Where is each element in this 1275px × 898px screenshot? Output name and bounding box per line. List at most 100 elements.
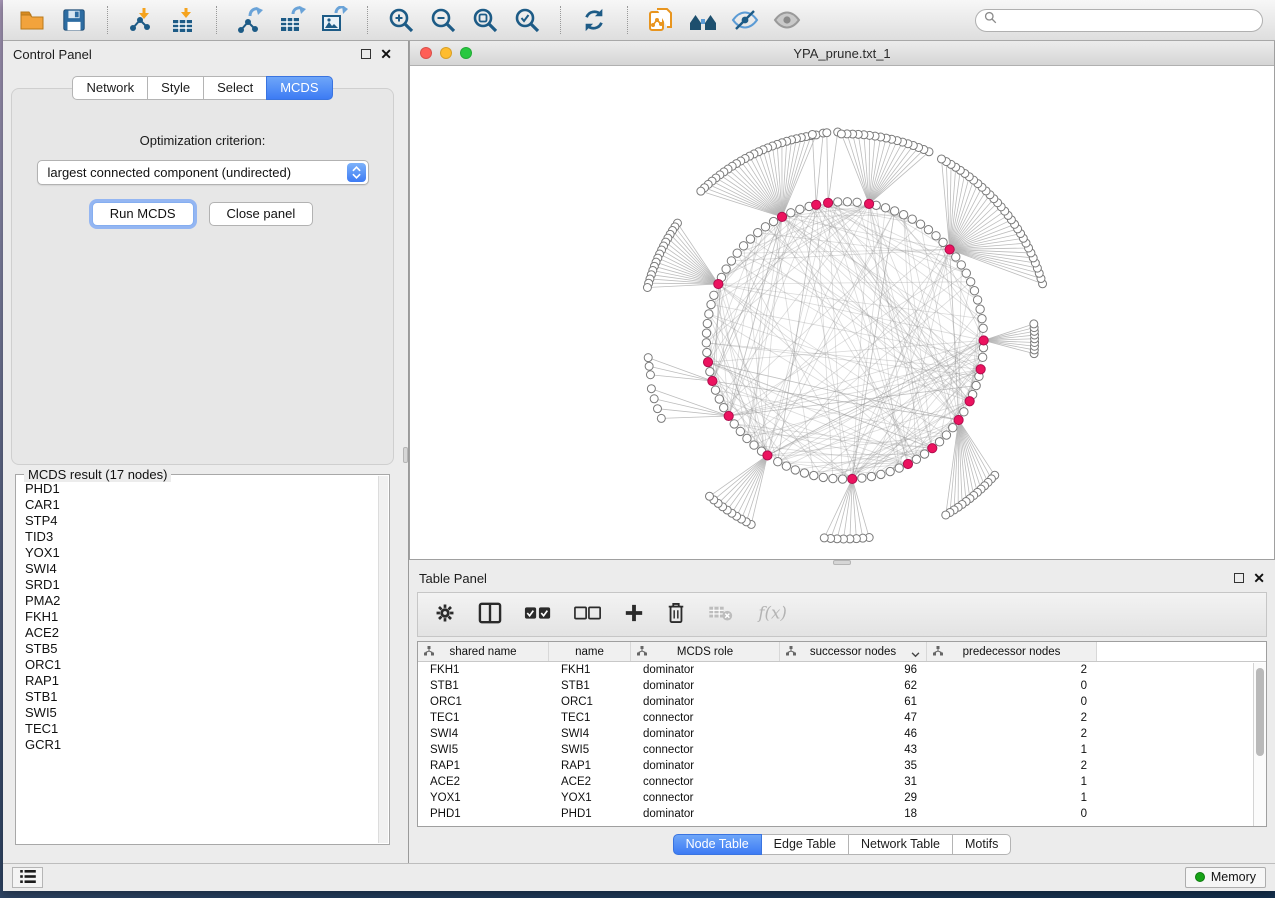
graph-node[interactable] <box>720 403 728 411</box>
graph-mcds-hub-node[interactable] <box>903 459 912 468</box>
graph-node[interactable] <box>858 474 866 482</box>
graph-node[interactable] <box>769 217 777 225</box>
mcds-result-node[interactable]: ORC1 <box>25 657 371 673</box>
column-header-predecessor-nodes[interactable]: predecessor nodes <box>927 642 1097 661</box>
network-canvas[interactable] <box>410 66 1274 559</box>
mcds-result-node[interactable]: PMA2 <box>25 593 371 609</box>
graph-node[interactable] <box>960 408 968 416</box>
mcds-result-node[interactable]: SWI4 <box>25 561 371 577</box>
mcds-result-node[interactable]: SWI5 <box>25 705 371 721</box>
graph-mcds-hub-node[interactable] <box>848 474 857 483</box>
graph-leaf-node[interactable] <box>942 511 950 519</box>
mcds-result-node[interactable]: STP4 <box>25 513 371 529</box>
graph-node[interactable] <box>733 249 741 257</box>
show-panel-list-button[interactable] <box>12 867 43 888</box>
mcds-result-node[interactable]: CAR1 <box>25 497 371 513</box>
graph-node[interactable] <box>978 315 986 323</box>
graph-node[interactable] <box>899 211 907 219</box>
graph-node[interactable] <box>710 291 718 299</box>
zoom-fit-button[interactable] <box>468 3 502 37</box>
graph-node[interactable] <box>774 458 782 466</box>
graph-node[interactable] <box>711 386 719 394</box>
tab-network[interactable]: Network <box>72 76 148 100</box>
graph-leaf-node[interactable] <box>657 414 665 422</box>
graph-node[interactable] <box>761 223 769 231</box>
binoculars-button[interactable] <box>686 3 720 37</box>
graph-node[interactable] <box>702 329 710 337</box>
network-graph[interactable] <box>410 66 1274 559</box>
graph-node[interactable] <box>962 269 970 277</box>
graph-mcds-hub-node[interactable] <box>812 200 821 209</box>
graph-leaf-node[interactable] <box>646 371 654 379</box>
graph-node[interactable] <box>949 424 957 432</box>
graph-mcds-hub-node[interactable] <box>954 415 963 424</box>
graph-node[interactable] <box>834 198 842 206</box>
refresh-network-button[interactable] <box>577 3 611 37</box>
table-row-RAP1[interactable]: RAP1RAP1dominator352 <box>418 758 1266 774</box>
memory-button[interactable]: Memory <box>1185 867 1266 888</box>
graph-node[interactable] <box>935 438 943 446</box>
graph-mcds-hub-node[interactable] <box>965 397 974 406</box>
column-header-successor-nodes[interactable]: successor nodes <box>780 642 927 661</box>
graph-node[interactable] <box>895 464 903 472</box>
graph-node[interactable] <box>715 395 723 403</box>
graph-leaf-node[interactable] <box>820 534 828 542</box>
graph-leaf-node[interactable] <box>837 130 845 138</box>
graph-node[interactable] <box>746 235 754 243</box>
graph-node[interactable] <box>791 466 799 474</box>
mcds-result-node[interactable]: PHD1 <box>25 481 371 497</box>
graph-node[interactable] <box>891 207 899 215</box>
zoom-in-button[interactable] <box>384 3 418 37</box>
graph-mcds-hub-node[interactable] <box>708 376 717 385</box>
close-mcds-panel-button[interactable]: Close panel <box>209 202 314 226</box>
select-all-rows-button[interactable] <box>524 605 552 624</box>
show-column-panel-button[interactable] <box>478 602 502 627</box>
splitter-handle[interactable] <box>403 447 408 463</box>
graph-node[interactable] <box>973 296 981 304</box>
graph-node[interactable] <box>705 310 713 318</box>
graph-mcds-hub-node[interactable] <box>824 198 833 207</box>
graph-node[interactable] <box>916 220 924 228</box>
import-network-button[interactable] <box>124 3 158 37</box>
table-row-PHD1[interactable]: PHD1PHD1dominator180 <box>418 806 1266 822</box>
graph-node[interactable] <box>881 204 889 212</box>
export-image-button[interactable] <box>317 3 351 37</box>
graph-leaf-node[interactable] <box>645 362 653 370</box>
graph-node[interactable] <box>942 431 950 439</box>
graph-leaf-node[interactable] <box>1030 320 1038 328</box>
graph-node[interactable] <box>787 209 795 217</box>
graph-node[interactable] <box>707 300 715 308</box>
graph-node[interactable] <box>886 467 894 475</box>
graph-leaf-node[interactable] <box>650 395 658 403</box>
graph-leaf-node[interactable] <box>823 129 831 137</box>
mcds-result-node[interactable]: GCR1 <box>25 737 371 753</box>
graph-node[interactable] <box>932 232 940 240</box>
graph-mcds-hub-node[interactable] <box>763 451 772 460</box>
mcds-result-list[interactable]: PHD1CAR1STP4TID3YOX1SWI4SRD1PMA2FKH1ACE2… <box>19 478 377 841</box>
graph-node[interactable] <box>819 473 827 481</box>
criterion-select[interactable]: largest connected component (undirected) <box>37 160 369 185</box>
import-table-button[interactable] <box>166 3 200 37</box>
graph-mcds-hub-node[interactable] <box>864 199 873 208</box>
open-session-button[interactable] <box>15 3 49 37</box>
graph-node[interactable] <box>924 225 932 233</box>
graph-node[interactable] <box>838 475 846 483</box>
graph-node[interactable] <box>750 441 758 449</box>
create-column-button[interactable] <box>624 603 644 626</box>
graph-mcds-hub-node[interactable] <box>976 365 985 374</box>
table-row-SWI5[interactable]: SWI5SWI5connector431 <box>418 742 1266 758</box>
table-scrollbar[interactable] <box>1253 663 1266 826</box>
graph-node[interactable] <box>743 434 751 442</box>
delete-column-button[interactable] <box>666 602 686 627</box>
graph-node[interactable] <box>730 420 738 428</box>
table-row-YOX1[interactable]: YOX1YOX1connector291 <box>418 790 1266 806</box>
graph-node[interactable] <box>908 215 916 223</box>
graph-node[interactable] <box>706 367 714 375</box>
graph-node[interactable] <box>970 287 978 295</box>
graph-node[interactable] <box>976 305 984 313</box>
table-settings-button[interactable] <box>434 602 456 627</box>
graph-node[interactable] <box>853 198 861 206</box>
graph-node[interactable] <box>727 257 735 265</box>
graph-node[interactable] <box>978 353 986 361</box>
graph-node[interactable] <box>796 205 804 213</box>
